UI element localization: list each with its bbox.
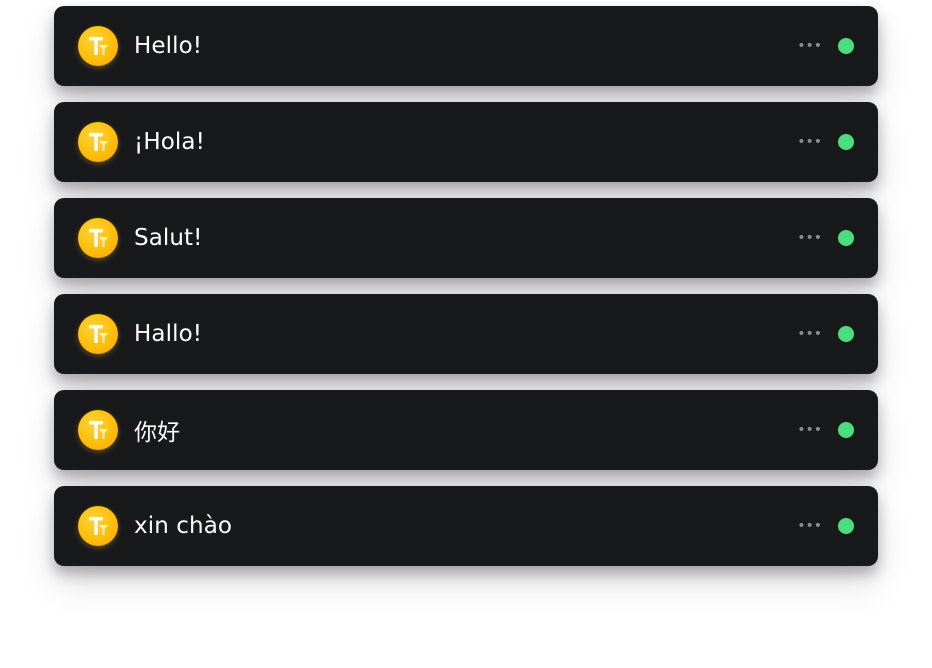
message-text: Hallo! <box>134 321 203 347</box>
more-horizontal-icon[interactable]: ••• <box>797 39 822 53</box>
more-horizontal-icon[interactable]: ••• <box>797 519 822 533</box>
status-indicator <box>838 422 854 438</box>
message-text: Salut! <box>134 225 203 251</box>
message-text: ¡Hola! <box>134 129 205 155</box>
status-indicator <box>838 38 854 54</box>
status-indicator <box>838 326 854 342</box>
list-item[interactable]: Salut! ••• <box>54 198 878 278</box>
list-item[interactable]: 你好 ••• <box>54 390 878 470</box>
status-indicator <box>838 518 854 534</box>
message-text: 你好 <box>134 420 181 446</box>
message-text: Hello! <box>134 33 203 59</box>
list-item[interactable]: ¡Hola! ••• <box>54 102 878 182</box>
status-indicator <box>838 134 854 150</box>
message-list: Hello! ••• ¡Hola! ••• Salut! ••• Hallo! … <box>54 6 878 582</box>
translate-logo-icon <box>89 133 108 151</box>
avatar <box>78 314 118 354</box>
list-item[interactable]: xin chào ••• <box>54 486 878 566</box>
list-item[interactable]: Hello! ••• <box>54 6 878 86</box>
avatar <box>78 218 118 258</box>
translate-logo-icon <box>89 517 108 535</box>
status-indicator <box>838 230 854 246</box>
more-horizontal-icon[interactable]: ••• <box>797 327 822 341</box>
avatar <box>78 26 118 66</box>
message-text: xin chào <box>134 513 233 539</box>
more-horizontal-icon[interactable]: ••• <box>797 231 822 245</box>
avatar <box>78 506 118 546</box>
avatar <box>78 122 118 162</box>
translate-logo-icon <box>89 421 108 439</box>
translate-logo-icon <box>89 37 108 55</box>
more-horizontal-icon[interactable]: ••• <box>797 135 822 149</box>
avatar <box>78 410 118 450</box>
list-item[interactable]: Hallo! ••• <box>54 294 878 374</box>
more-horizontal-icon[interactable]: ••• <box>797 423 822 437</box>
translate-logo-icon <box>89 325 108 343</box>
translate-logo-icon <box>89 229 108 247</box>
